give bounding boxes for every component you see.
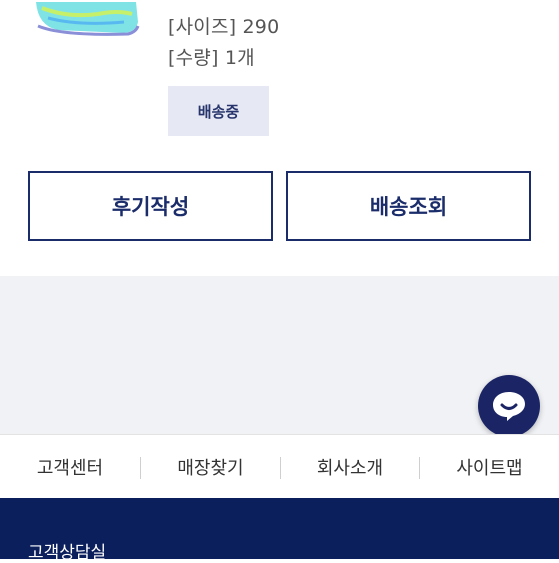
size-option-text: [사이즈] 290 [168,16,280,38]
order-item-card: [사이즈] 290 [수량] 1개 배송중 후기작성 배송조회 [0,0,559,276]
footer-nav: 고객센터 매장찾기 회사소개 사이트맵 [0,434,559,498]
shipping-status-badge: 배송중 [168,86,269,136]
empty-content-area [0,276,559,434]
footer-info: 고객상담실 [0,498,559,563]
footer-link-store-locator[interactable]: 매장찾기 [141,435,280,499]
track-delivery-button[interactable]: 배송조회 [286,171,531,241]
footer-link-customer-center[interactable]: 고객센터 [0,435,140,499]
footer-link-sitemap[interactable]: 사이트맵 [420,435,559,499]
chat-bubble-smile-icon [493,392,525,421]
write-review-button[interactable]: 후기작성 [28,171,273,241]
quantity-option-text: [수량] 1개 [168,47,255,69]
customer-service-title: 고객상담실 [28,543,107,563]
footer-link-company-intro[interactable]: 회사소개 [281,435,419,499]
product-thumbnail-image[interactable] [28,0,143,40]
chat-button[interactable] [478,375,540,437]
